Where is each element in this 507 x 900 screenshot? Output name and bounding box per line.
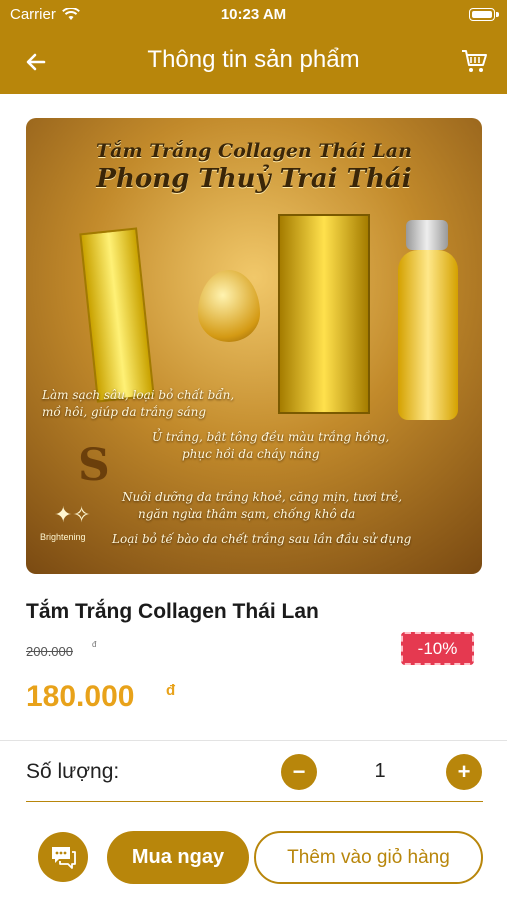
benefit-line: Làm sạch sâu, loại bỏ chất bẩn, (42, 388, 235, 402)
gold-drop (198, 270, 260, 342)
buy-now-button[interactable]: Mua ngay (107, 831, 249, 884)
cart-button[interactable] (457, 44, 491, 78)
arrow-left-icon (26, 53, 46, 71)
discount-badge: -10% (401, 632, 474, 665)
product-image: Tắm Trắng Collagen Thái Lan Phong Thuỷ T… (26, 118, 482, 574)
image-title-line1: Tắm Trắng Collagen Thái Lan (96, 140, 412, 162)
product-name: Tắm Trắng Collagen Thái Lan (26, 600, 319, 623)
benefit-line: Ủ trắng, bật tông đều màu trắng hồng, (152, 430, 390, 444)
battery-icon (469, 8, 499, 21)
back-button[interactable] (18, 44, 54, 80)
benefit-line: Loại bỏ tế bào da chết trắng sau lần đầu… (112, 532, 412, 546)
add-to-cart-button[interactable]: Thêm vào giỏ hàng (254, 831, 483, 884)
status-bar: Carrier 10:23 AM (0, 0, 507, 30)
page-title: Thông tin sản phẩm (147, 46, 360, 73)
product-box (278, 214, 370, 414)
brightening-label: Brightening (40, 532, 86, 542)
divider (0, 740, 507, 741)
benefit-line: mồ hôi, giúp da trắng sáng (42, 405, 207, 419)
original-price-currency: đ (92, 640, 97, 649)
benefit-line: ngăn ngừa thâm sạm, chống khô da (138, 507, 356, 521)
image-title-line2: Phong Thuỷ Trai Thái (96, 164, 412, 194)
image-letter: S (78, 440, 110, 491)
status-time: 10:23 AM (220, 6, 287, 23)
original-price: 200.000 (26, 644, 73, 659)
sparkle-icon: ✦✧ (54, 502, 91, 527)
increase-quantity-button[interactable]: + (446, 754, 482, 790)
decrease-quantity-button[interactable]: − (281, 754, 317, 790)
product-bottle (398, 250, 458, 420)
quantity-value[interactable]: 1 (350, 760, 410, 783)
benefit-line: phục hồi da cháy nắng (182, 447, 320, 461)
benefit-line: Nuôi dưỡng da trắng khoẻ, căng mịn, tươi… (122, 490, 403, 504)
cart-icon (462, 50, 487, 72)
top-bar: Carrier 10:23 AM Thông tin sản phẩm (0, 0, 507, 94)
quantity-label: Số lượng: (26, 760, 120, 783)
pump-cap (406, 220, 448, 250)
chat-button[interactable] (38, 832, 88, 882)
sale-price: 180.000 (26, 680, 135, 713)
sale-price-currency: đ (166, 682, 176, 699)
quantity-divider (26, 801, 483, 802)
nav-bar: Thông tin sản phẩm (0, 30, 507, 94)
product-tube (79, 227, 155, 403)
chat-icon (52, 847, 76, 869)
